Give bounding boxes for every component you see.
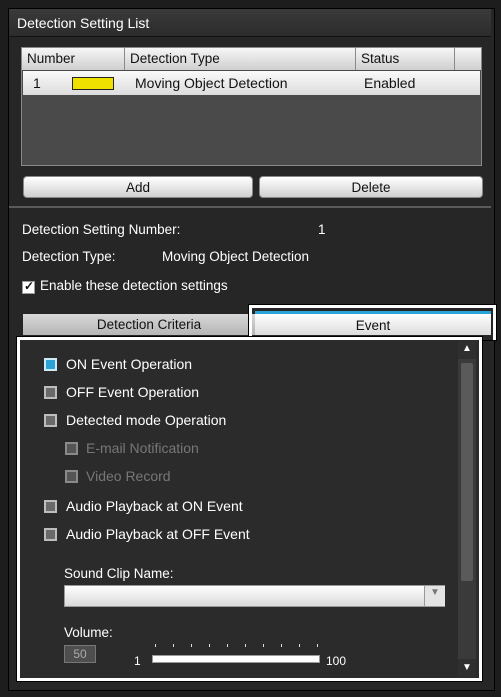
on-event-label: ON Event Operation [66,356,193,372]
video-record-label: Video Record [86,468,171,484]
sound-clip-select[interactable]: ▼ [64,585,445,607]
tab-detection-criteria[interactable]: Detection Criteria [23,314,275,335]
chevron-down-icon: ▼ [430,587,440,598]
detected-mode-checkbox[interactable] [44,414,57,427]
scrollbar[interactable]: ▲ ▼ [458,341,476,677]
audio-on-label: Audio Playback at ON Event [66,498,243,514]
column-header-number[interactable]: Number [22,48,125,70]
arrow-down-icon: ▼ [462,662,472,673]
arrow-up-icon: ▲ [462,343,472,354]
off-event-checkbox[interactable] [44,386,57,399]
scroll-thumb[interactable] [461,363,473,581]
column-header-detection-type[interactable]: Detection Type [125,48,356,70]
detection-type-label: Detection Type: [22,249,116,264]
scroll-down-button[interactable]: ▼ [458,659,476,677]
row-number: 1 [33,75,41,91]
delete-button[interactable]: Delete [259,176,483,198]
column-header-filler [455,48,481,70]
tab-event[interactable]: Event [255,311,491,335]
setting-number-label: Detection Setting Number: [22,222,181,237]
enable-settings-checkbox[interactable]: ✓ [22,279,35,294]
add-button[interactable]: Add [23,176,253,198]
volume-value-field[interactable]: 50 [64,645,96,663]
volume-max-label: 100 [326,654,347,668]
audio-off-checkbox[interactable] [44,528,57,541]
panel-header: Detection Setting List [9,9,491,37]
email-label: E-mail Notification [86,440,199,456]
detected-mode-label: Detected mode Operation [66,412,227,428]
row-detection-type: Moving Object Detection [135,75,288,91]
row-status: Enabled [364,75,416,91]
sound-clip-label: Sound Clip Name: [64,566,174,581]
column-header-status[interactable]: Status [356,48,455,70]
enable-settings-label: Enable these detection settings [40,278,228,293]
volume-label: Volume: [64,625,113,640]
detection-type-value: Moving Object Detection [162,249,310,264]
on-event-checkbox[interactable] [44,358,57,371]
divider [9,206,491,208]
video-record-checkbox[interactable] [65,470,78,483]
off-event-label: OFF Event Operation [66,384,200,400]
detection-list-table: Number Detection Type Status 1 Moving Ob… [21,47,482,166]
email-checkbox[interactable] [65,442,78,455]
volume-min-label: 1 [134,654,141,668]
setting-number-value: 1 [318,222,326,237]
audio-on-checkbox[interactable] [44,500,57,513]
scroll-up-button[interactable]: ▲ [458,341,476,359]
volume-ticks [152,644,320,650]
table-row[interactable]: 1 Moving Object Detection Enabled [23,71,480,95]
dropdown-button[interactable]: ▼ [424,586,445,606]
color-swatch [72,77,114,90]
check-icon: ✓ [24,279,35,293]
audio-off-label: Audio Playback at OFF Event [66,526,250,542]
volume-slider[interactable] [152,655,320,663]
